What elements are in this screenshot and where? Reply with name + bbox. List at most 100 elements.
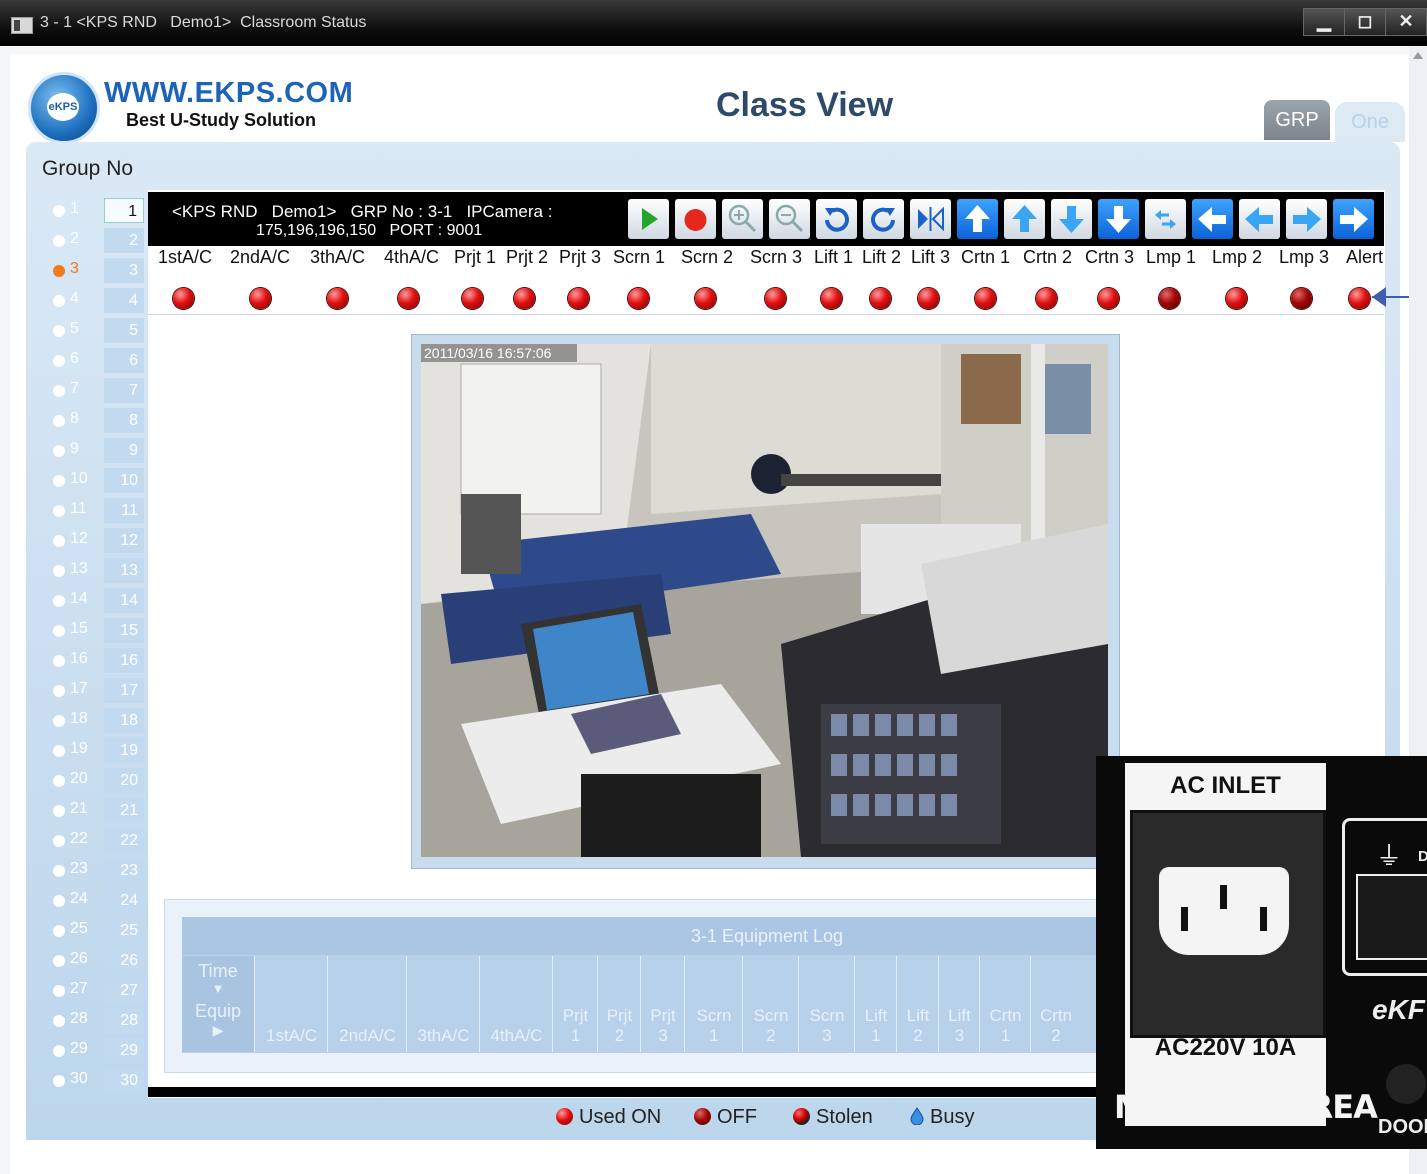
group-button[interactable]: 1 [104,198,144,223]
group-button[interactable]: 5 [104,318,144,343]
group-radio[interactable] [53,535,65,547]
group-radio[interactable] [53,865,65,877]
scroll-up-icon[interactable] [1413,52,1423,59]
group-radio[interactable] [53,385,65,397]
group-radio[interactable] [53,895,65,907]
down-light-button[interactable] [1051,199,1092,239]
group-button[interactable]: 7 [104,378,144,403]
status-led-icon[interactable] [1159,288,1180,309]
zoom-out-button[interactable] [769,199,810,239]
group-radio[interactable] [53,355,65,367]
group-item[interactable]: 15 15 [50,617,148,645]
group-button[interactable]: 4 [104,288,144,313]
group-radio[interactable] [53,955,65,967]
group-radio[interactable] [53,805,65,817]
group-radio[interactable] [53,475,65,487]
group-item[interactable]: 27 27 [50,977,148,1005]
group-radio[interactable] [53,775,65,787]
group-button[interactable]: 28 [104,1008,144,1033]
group-item[interactable]: 13 13 [50,557,148,585]
right-light-button[interactable] [1286,199,1327,239]
swap-button[interactable] [1145,199,1186,239]
group-item[interactable]: 14 14 [50,587,148,615]
group-button[interactable]: 11 [104,498,144,523]
status-led-icon[interactable] [1291,288,1312,309]
group-item[interactable]: 77 [50,377,148,405]
status-led-icon[interactable] [821,288,842,309]
group-button[interactable]: 30 [104,1068,144,1093]
group-button[interactable]: 16 [104,648,144,673]
status-led-icon[interactable] [1036,288,1057,309]
status-led-icon[interactable] [568,288,589,309]
status-led-icon[interactable] [1349,288,1370,309]
group-button[interactable]: 13 [104,558,144,583]
group-item[interactable]: 55 [50,317,148,345]
status-led-icon[interactable] [918,288,939,309]
status-led-icon[interactable] [695,288,716,309]
group-radio[interactable] [53,565,65,577]
group-button[interactable]: 29 [104,1038,144,1063]
tab-grp[interactable]: GRP [1264,100,1330,140]
group-radio[interactable] [53,925,65,937]
group-button[interactable]: 14 [104,588,144,613]
status-led-icon[interactable] [870,288,891,309]
group-radio[interactable] [53,1045,65,1057]
group-item[interactable]: 33 [50,257,148,285]
up-light-button[interactable] [1004,199,1045,239]
group-button[interactable]: 8 [104,408,144,433]
status-led-icon[interactable] [327,288,348,309]
group-button[interactable]: 12 [104,528,144,553]
group-button[interactable]: 19 [104,738,144,763]
group-item[interactable]: 19 19 [50,737,148,765]
group-radio[interactable] [53,685,65,697]
group-item[interactable]: 44 [50,287,148,315]
group-radio[interactable] [53,205,65,217]
group-button[interactable]: 21 [104,798,144,823]
group-item[interactable]: 23 23 [50,857,148,885]
group-item[interactable]: 16 16 [50,647,148,675]
group-item[interactable]: 30 30 [50,1067,148,1095]
group-button[interactable]: 25 [104,918,144,943]
status-led-icon[interactable] [628,288,649,309]
group-button[interactable]: 18 [104,708,144,733]
group-item[interactable]: 11 11 [50,497,148,525]
play-button[interactable] [628,199,669,239]
group-button[interactable]: 27 [104,978,144,1003]
group-item[interactable]: 11 [50,197,148,225]
group-item[interactable]: 99 [50,437,148,465]
status-led-icon[interactable] [514,288,535,309]
rotate-left-button[interactable] [816,199,857,239]
flip-button[interactable] [910,199,951,239]
group-radio[interactable] [53,415,65,427]
status-led-icon[interactable] [462,288,483,309]
zoom-in-button[interactable] [722,199,763,239]
status-led-icon[interactable] [250,288,271,309]
group-item[interactable]: 17 17 [50,677,148,705]
group-button[interactable]: 10 [104,468,144,493]
group-button[interactable]: 24 [104,888,144,913]
group-radio[interactable] [53,235,65,247]
group-radio[interactable] [53,265,65,277]
group-button[interactable]: 6 [104,348,144,373]
group-radio[interactable] [53,625,65,637]
group-radio[interactable] [53,295,65,307]
group-radio[interactable] [53,745,65,757]
group-button[interactable]: 22 [104,828,144,853]
group-radio[interactable] [53,1075,65,1087]
status-led-icon[interactable] [1098,288,1119,309]
status-led-icon[interactable] [765,288,786,309]
group-radio[interactable] [53,505,65,517]
group-radio[interactable] [53,715,65,727]
status-led-icon[interactable] [173,288,194,309]
maximize-button[interactable]: ◻ [1344,8,1386,36]
group-item[interactable]: 88 [50,407,148,435]
left-light-button[interactable] [1239,199,1280,239]
rotate-right-button[interactable] [863,199,904,239]
group-radio[interactable] [53,1015,65,1027]
group-radio[interactable] [53,835,65,847]
close-button[interactable]: ✕ [1385,8,1427,36]
group-item[interactable]: 66 [50,347,148,375]
group-item[interactable]: 21 21 [50,797,148,825]
group-item[interactable]: 18 18 [50,707,148,735]
group-item[interactable]: 20 20 [50,767,148,795]
